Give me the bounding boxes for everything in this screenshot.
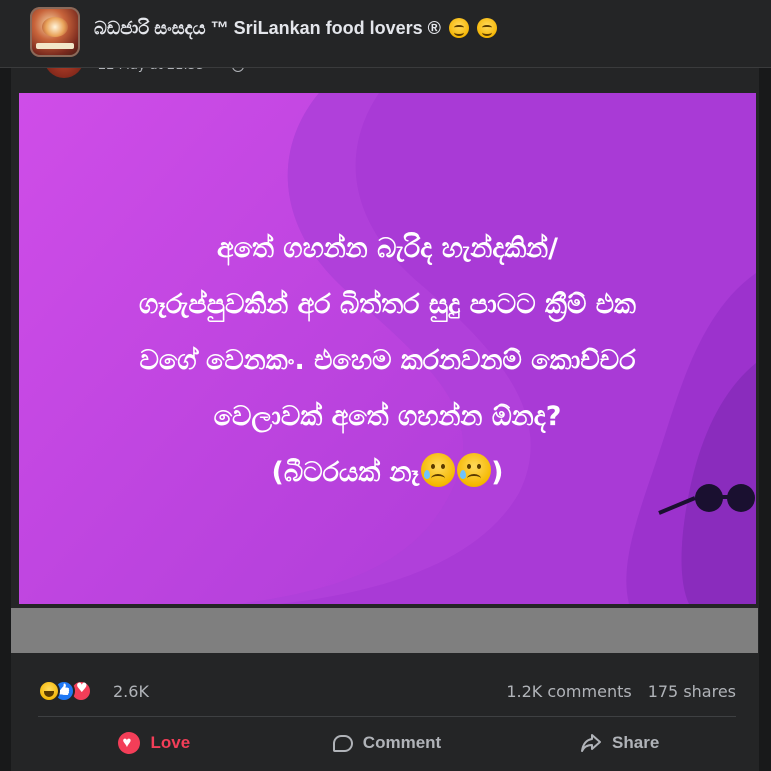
post-stats: 1.2K comments 175 shares xyxy=(506,682,736,701)
group-avatar[interactable] xyxy=(30,7,80,57)
post-text-line: ගෑරුප්පුවකින් අර බිත්තර සුදු පාටට ක්‍රීම… xyxy=(139,289,636,320)
relieved-face-icon xyxy=(448,18,469,38)
comment-button[interactable]: Comment xyxy=(271,723,504,763)
group-name[interactable]: බඩජාරි සංසදය ™ SriLankan food lovers ® xyxy=(94,18,441,38)
food-plate-image xyxy=(42,17,68,37)
post-text-line: වගේ වෙනකං. එහෙම කරනවනම් කොච්චර xyxy=(139,345,636,376)
share-arrow-icon xyxy=(580,733,602,753)
love-button-label: Love xyxy=(150,733,191,752)
post-text-last-line: (බීටරයක් නෑ) xyxy=(19,445,756,501)
haha-icon xyxy=(38,680,60,702)
post-text-line: (බීටරයක් නෑ xyxy=(271,457,420,488)
share-button-label: Share xyxy=(612,733,660,752)
comments-count-link[interactable]: 1.2K comments xyxy=(506,682,631,701)
post-actions-bar: Love Comment Share xyxy=(38,723,736,763)
avatar-caption-strip xyxy=(36,43,74,49)
share-button[interactable]: Share xyxy=(503,723,736,763)
comment-bubble-icon xyxy=(332,734,353,752)
post-text-line: අතේ ගහන්න බැරිද හැන්දකින්/ xyxy=(216,233,559,264)
love-button[interactable]: Love xyxy=(38,723,271,763)
group-header: බඩජාරි සංසදය ™ SriLankan food lovers ® xyxy=(0,0,771,68)
post-text-tail: ) xyxy=(491,457,504,488)
shares-count-link[interactable]: 175 shares xyxy=(648,682,736,701)
post-text-line: වෙලාවක් අතේ ගහන්න ඕනද? xyxy=(213,401,562,432)
reaction-count[interactable]: 2.6K xyxy=(113,682,149,701)
facebook-post-view: බඩජාරි සංසදය ™ SriLankan food lovers ® අ… xyxy=(0,0,771,771)
sad-relieved-face-icon xyxy=(457,453,492,487)
divider xyxy=(38,716,736,717)
post-body-text: අතේ ගහන්න බැරිද හැන්දකින්/ ගෑරුප්පුවකින්… xyxy=(19,221,756,501)
comment-button-label: Comment xyxy=(362,733,442,752)
sad-relieved-face-icon xyxy=(421,453,456,487)
love-reaction-icon xyxy=(118,732,141,754)
media-placeholder-bar xyxy=(11,608,758,653)
group-title[interactable]: බඩජාරි සංසදය ™ SriLankan food lovers ® xyxy=(94,18,497,39)
post-card: අතේ ගහන්න බැරිද හැන්දකින්/ ගෑරුප්පුවකින්… xyxy=(11,68,759,771)
savoring-food-face-icon xyxy=(476,18,497,38)
post-text-background[interactable]: අතේ ගහන්න බැරිද හැන්දකින්/ ගෑරුප්පුවකින්… xyxy=(19,93,756,604)
